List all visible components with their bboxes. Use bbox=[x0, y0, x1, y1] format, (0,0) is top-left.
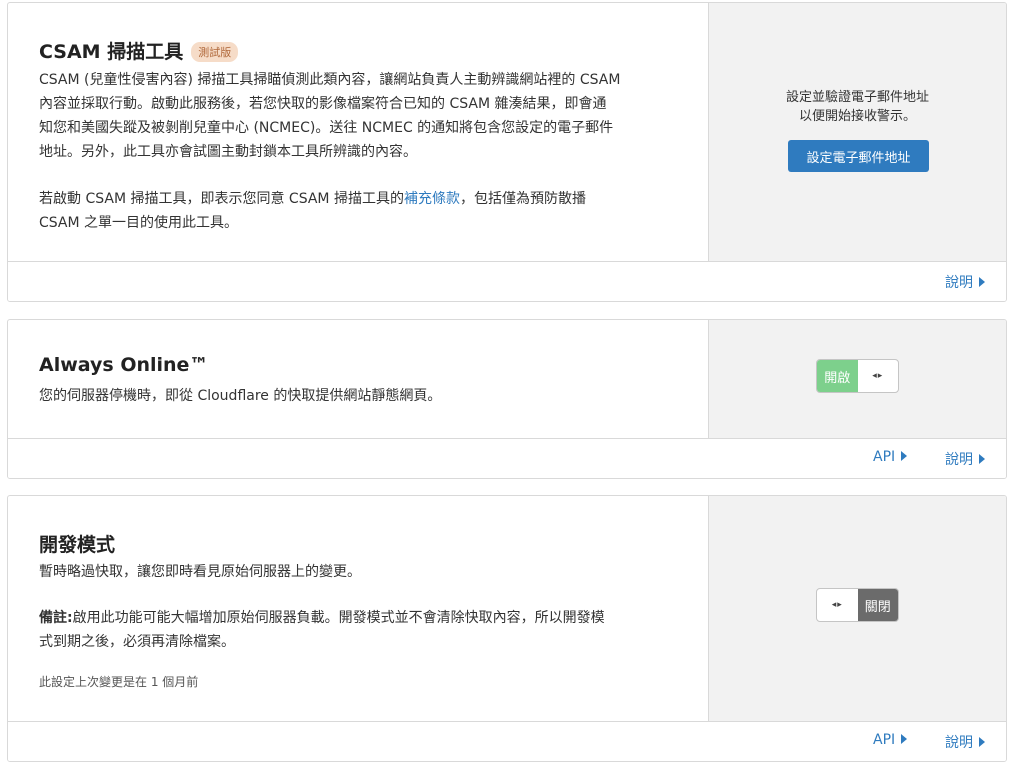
csam-card-body: CSAM 掃描工具 測試版 CSAM (兒童性侵害內容) 掃描工具掃瞄偵測此類內容… bbox=[8, 3, 708, 263]
dev-mode-api-link[interactable]: API bbox=[873, 732, 908, 748]
csam-prompt-line1: 設定並驗證電子郵件地址 bbox=[785, 90, 929, 105]
always-online-action-panel: 開啟 ◂▸ bbox=[708, 320, 1006, 439]
dev-mode-body: 開發模式 暫時略過快取，讓您即時看見原始伺服器上的變更。 備註:啟用此功能可能大… bbox=[8, 496, 708, 722]
beta-badge: 測試版 bbox=[191, 42, 239, 62]
csam-title: CSAM 掃描工具 測試版 bbox=[39, 37, 239, 64]
dev-mode-description: 暫時略過快取，讓您即時看見原始伺服器上的變更。 bbox=[39, 564, 361, 580]
caret-right-icon bbox=[979, 737, 985, 747]
csam-prompt-line2: 以便開始接收警示。 bbox=[798, 109, 916, 124]
dev-mode-title: 開發模式 bbox=[39, 534, 116, 556]
csam-email-prompt: 設定並驗證電子郵件地址 以便開始接收警示。 bbox=[709, 88, 1006, 126]
csam-help-link[interactable]: 說明 bbox=[945, 272, 985, 292]
csam-terms-line2: CSAM 之單一目的使用此工具。 bbox=[39, 215, 239, 231]
supplemental-terms-link[interactable]: 補充條款 bbox=[404, 191, 460, 207]
csam-terms: 若啟動 CSAM 掃描工具，即表示您同意 CSAM 掃描工具的補充條款，包括僅為… bbox=[39, 187, 684, 235]
csam-card-footer: 說明 bbox=[8, 261, 1006, 301]
csam-terms-text-after: ，包括僅為預防散播 bbox=[459, 191, 586, 207]
csam-desc-line: 知您和美國失蹤及被剝削兒童中心 (NCMEC)。送往 NCMEC 的通知將包含您… bbox=[39, 120, 614, 136]
caret-right-icon bbox=[901, 451, 908, 461]
note-line2: 式到期之後，必須再清除檔案。 bbox=[39, 634, 235, 650]
caret-right-icon bbox=[979, 277, 985, 287]
dev-mode-action-panel: ◂▸ 關閉 bbox=[708, 496, 1006, 722]
toggle-knob-icon: ◂▸ bbox=[872, 371, 884, 381]
toggle-off-label: 關閉 bbox=[857, 589, 898, 621]
toggle-on-label: 開啟 bbox=[817, 360, 858, 392]
dev-mode-toggle[interactable]: ◂▸ 關閉 bbox=[816, 588, 899, 622]
last-changed-text: 此設定上次變更是在 1 個月前 bbox=[39, 675, 199, 689]
caret-right-icon bbox=[979, 454, 985, 464]
set-email-button[interactable]: 設定電子郵件地址 bbox=[788, 140, 929, 172]
always-online-toggle[interactable]: 開啟 ◂▸ bbox=[816, 359, 899, 393]
csam-action-panel: 設定並驗證電子郵件地址 以便開始接收警示。 設定電子郵件地址 bbox=[708, 3, 1006, 263]
always-online-description: 您的伺服器停機時，即從 Cloudflare 的快取提供網站靜態網頁。 bbox=[39, 388, 442, 404]
always-online-title: Always Online™ bbox=[39, 354, 209, 376]
csam-title-text: CSAM 掃描工具 bbox=[39, 41, 184, 63]
csam-description: CSAM (兒童性侵害內容) 掃描工具掃瞄偵測此類內容，讓網站負責人主動辨識網站… bbox=[39, 68, 684, 164]
caret-right-icon bbox=[901, 734, 908, 744]
dev-mode-help-link[interactable]: 說明 bbox=[945, 732, 985, 752]
dev-mode-note: 備註:啟用此功能可能大幅增加原始伺服器負載。開發模式並不會清除快取內容，所以開發… bbox=[39, 606, 684, 654]
always-online-help-link[interactable]: 說明 bbox=[945, 449, 985, 469]
toggle-knob-icon: ◂▸ bbox=[831, 600, 843, 610]
csam-desc-line: 地址。另外，此工具亦會試圖主動封鎖本工具所辨識的內容。 bbox=[39, 144, 417, 160]
api-label: API bbox=[873, 732, 896, 748]
always-online-api-link[interactable]: API bbox=[873, 449, 908, 465]
always-online-footer: API 說明 bbox=[8, 438, 1006, 478]
always-online-body: Always Online™ 您的伺服器停機時，即從 Cloudflare 的快… bbox=[8, 320, 708, 439]
development-mode-card: 開發模式 暫時略過快取，讓您即時看見原始伺服器上的變更。 備註:啟用此功能可能大… bbox=[7, 495, 1007, 762]
api-label: API bbox=[873, 449, 896, 465]
csam-terms-text: 若啟動 CSAM 掃描工具，即表示您同意 CSAM 掃描工具的 bbox=[39, 191, 404, 207]
dev-mode-footer: API 說明 bbox=[8, 721, 1006, 761]
note-label: 備註: bbox=[39, 610, 73, 626]
csam-scanner-card: CSAM 掃描工具 測試版 CSAM (兒童性侵害內容) 掃描工具掃瞄偵測此類內容… bbox=[7, 2, 1007, 302]
help-label: 說明 bbox=[945, 452, 973, 468]
csam-desc-line: 內容並採取行動。啟動此服務後，若您快取的影像檔案符合已知的 CSAM 雜湊結果，… bbox=[39, 96, 607, 112]
csam-desc-line: CSAM (兒童性侵害內容) 掃描工具掃瞄偵測此類內容，讓網站負責人主動辨識網站… bbox=[39, 72, 621, 88]
always-online-card: Always Online™ 您的伺服器停機時，即從 Cloudflare 的快… bbox=[7, 319, 1007, 479]
help-label: 說明 bbox=[945, 735, 973, 751]
note-line1: 啟用此功能可能大幅增加原始伺服器負載。開發模式並不會清除快取內容，所以開發模 bbox=[72, 610, 605, 626]
csam-help-label: 說明 bbox=[945, 275, 973, 291]
